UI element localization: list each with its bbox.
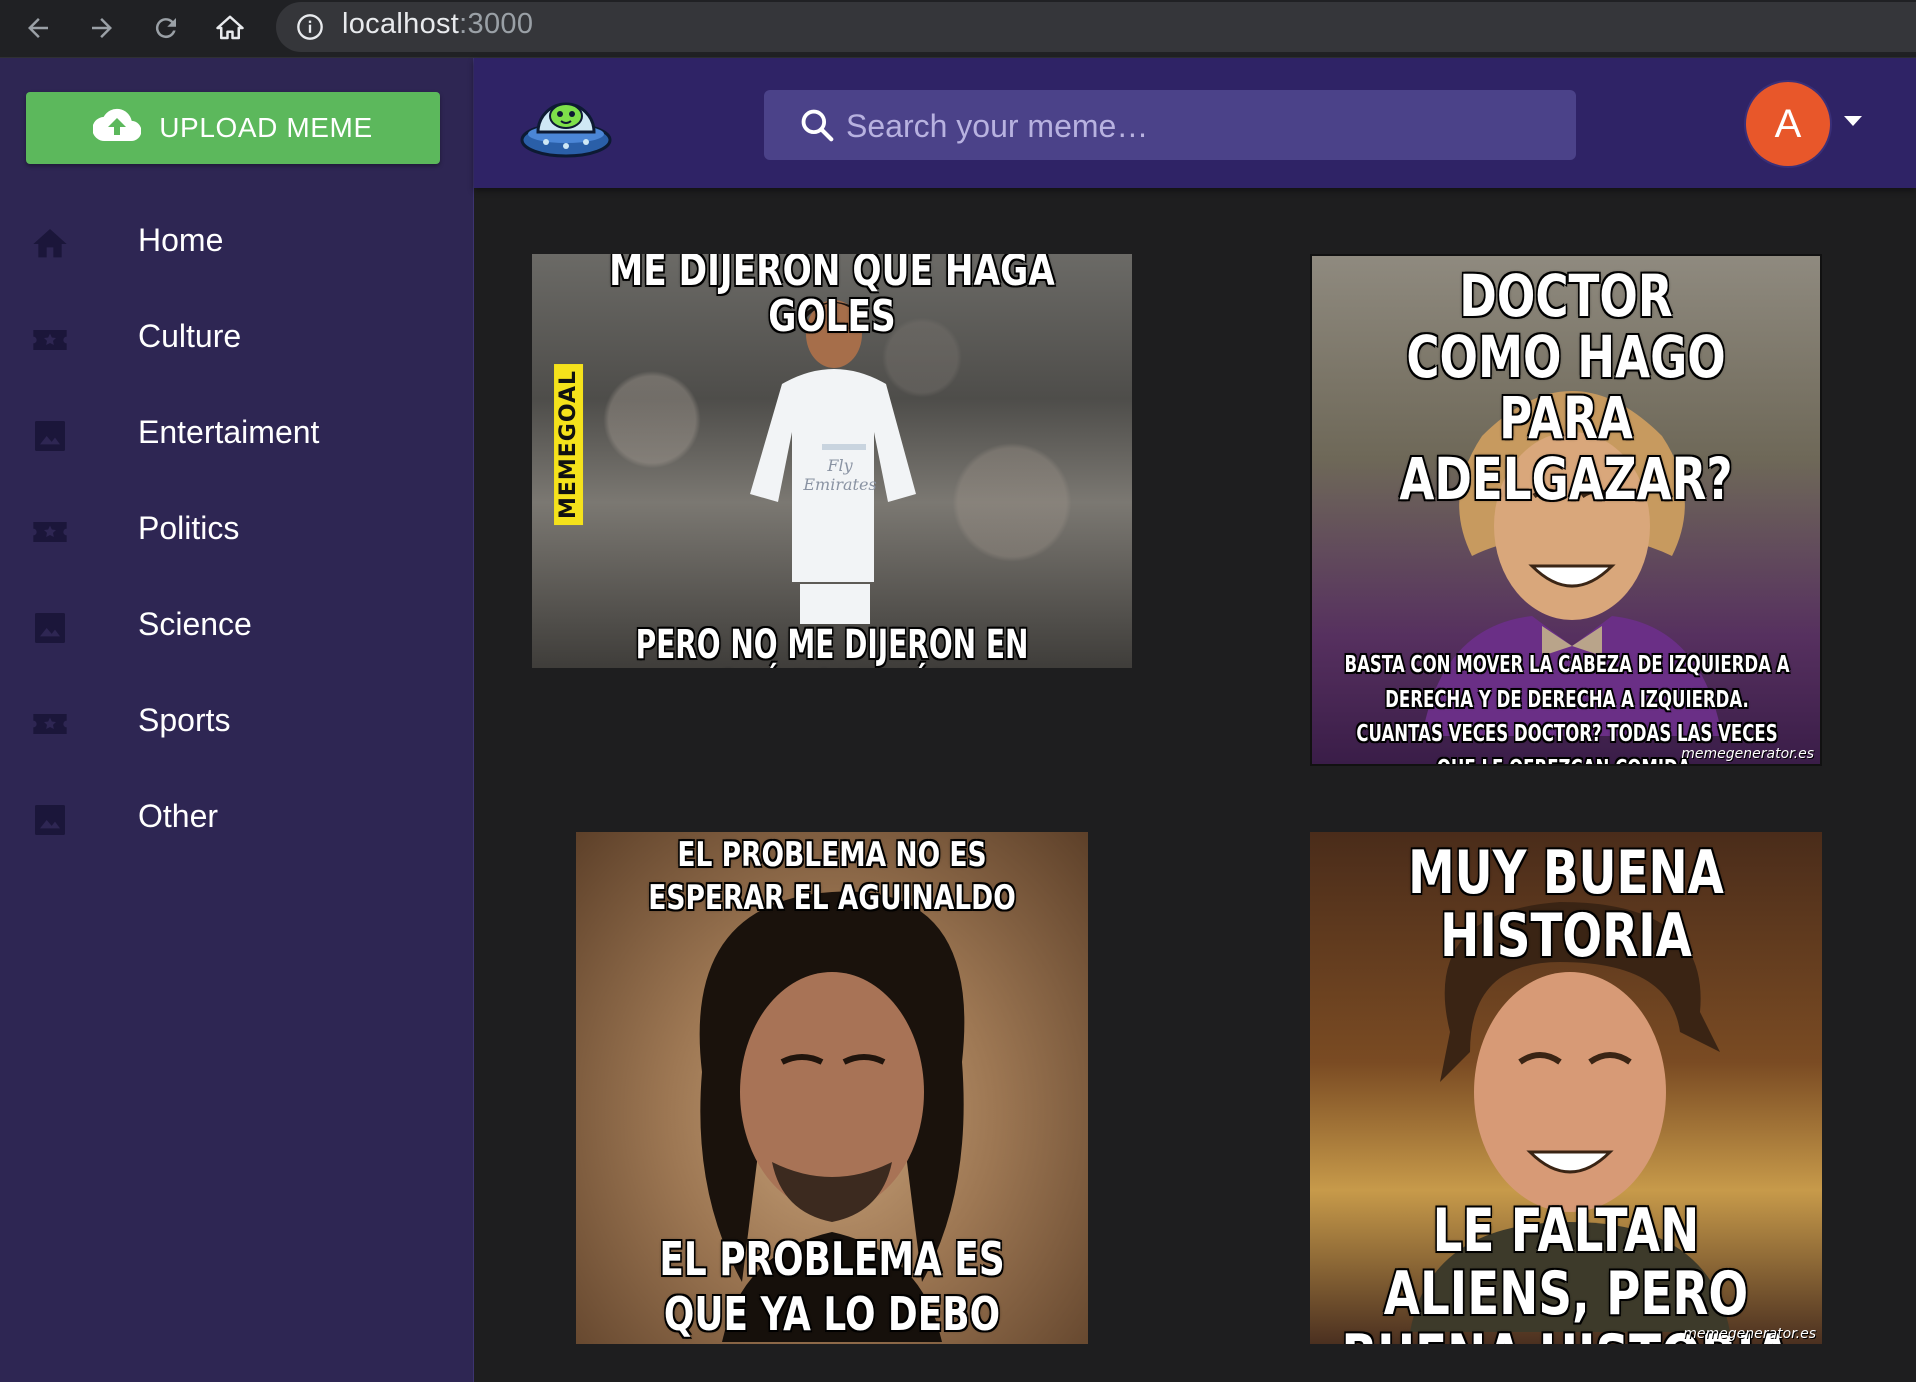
- sidebar: UPLOAD MEME Home Culture Entertaiment Po…: [0, 58, 474, 1382]
- sidebar-item-label: Culture: [138, 318, 242, 354]
- meme-bottom-text: EL PROBLEMA ES QUE YA LO DEBO TODO: [659, 1232, 1005, 1344]
- sidebar-item-other[interactable]: Other: [0, 772, 473, 868]
- image-icon: [30, 416, 70, 456]
- avatar[interactable]: A: [1746, 82, 1830, 166]
- sidebar-item-label: Other: [138, 798, 219, 834]
- meme-watermark: memegenerator.es: [1681, 746, 1814, 762]
- sidebar-item-science[interactable]: Science: [0, 580, 473, 676]
- search-icon: [798, 106, 836, 149]
- reload-icon[interactable]: [146, 8, 186, 48]
- image-icon: [30, 800, 70, 840]
- alien-ufo-logo[interactable]: [518, 82, 614, 166]
- url-port: :3000: [459, 8, 534, 40]
- shirt-sponsor-text: Fly Emirates: [803, 456, 877, 494]
- sidebar-item-home[interactable]: Home: [0, 196, 473, 292]
- home-browser-icon[interactable]: [210, 8, 250, 48]
- sidebar-item-sports[interactable]: Sports: [0, 676, 473, 772]
- meme-card[interactable]: ME DIJERON QUE HAGA GOLES PERO NO ME DIJ…: [532, 254, 1132, 668]
- search-input[interactable]: [844, 102, 1548, 150]
- meme-watermark: memegenerator.es: [1683, 1326, 1816, 1342]
- image-icon: [30, 608, 70, 648]
- sidebar-item-entertaiment[interactable]: Entertaiment: [0, 388, 473, 484]
- cloud-upload-icon: [92, 108, 142, 149]
- url-bar[interactable]: localhost:3000: [276, 2, 1916, 52]
- url-host: localhost: [342, 8, 460, 40]
- back-icon[interactable]: [18, 8, 58, 48]
- sidebar-item-label: Home: [138, 222, 224, 258]
- app-header: A: [474, 58, 1916, 188]
- sidebar-item-politics[interactable]: Politics: [0, 484, 473, 580]
- meme-card[interactable]: DOCTOR COMO HAGO PARA ADELGAZAR? BASTA C…: [1310, 254, 1822, 766]
- meme-bottom-text: PERO NO ME DIJERON EN QUÉ PORTERÍA: [635, 622, 1029, 668]
- sidebar-item-label: Entertaiment: [138, 414, 320, 450]
- ticket-star-icon: [30, 704, 70, 744]
- meme-top-text: ME DIJERON QUE HAGA GOLES: [609, 254, 1055, 343]
- site-info-icon[interactable]: [296, 13, 324, 46]
- meme-card[interactable]: EL PROBLEMA NO ES ESPERAR EL AGUINALDO E…: [576, 832, 1088, 1344]
- meme-side-tag: MEMEGOAL: [554, 363, 584, 526]
- url-text: localhost:3000: [342, 8, 533, 41]
- search-bar[interactable]: [764, 90, 1576, 160]
- sidebar-item-label: Sports: [138, 702, 231, 738]
- ticket-star-icon: [30, 512, 70, 552]
- meme-card[interactable]: MUY BUENA HISTORIA LE FALTAN ALIENS, PER…: [1310, 832, 1822, 1344]
- sidebar-item-label: Science: [138, 606, 252, 642]
- ticket-star-icon: [30, 320, 70, 360]
- browser-toolbar: localhost:3000: [0, 0, 1916, 58]
- meme-top-text: EL PROBLEMA NO ES ESPERAR EL AGUINALDO: [648, 835, 1016, 918]
- category-nav: Home Culture Entertaiment Politics Scien…: [0, 196, 473, 868]
- meme-top-text: MUY BUENA HISTORIA: [1408, 838, 1724, 971]
- upload-meme-label: UPLOAD MEME: [159, 112, 373, 143]
- chevron-down-icon[interactable]: [1842, 114, 1864, 133]
- sidebar-item-label: Politics: [138, 510, 240, 546]
- meme-bottom-text: LE FALTAN ALIENS, PERO BUENA HISTORIA: [1342, 1196, 1791, 1345]
- upload-meme-button[interactable]: UPLOAD MEME: [26, 92, 440, 164]
- home-icon: [30, 224, 70, 264]
- meme-top-text: DOCTOR COMO HAGO PARA ADELGAZAR?: [1399, 262, 1733, 513]
- sidebar-item-culture[interactable]: Culture: [0, 292, 473, 388]
- forward-icon[interactable]: [82, 8, 122, 48]
